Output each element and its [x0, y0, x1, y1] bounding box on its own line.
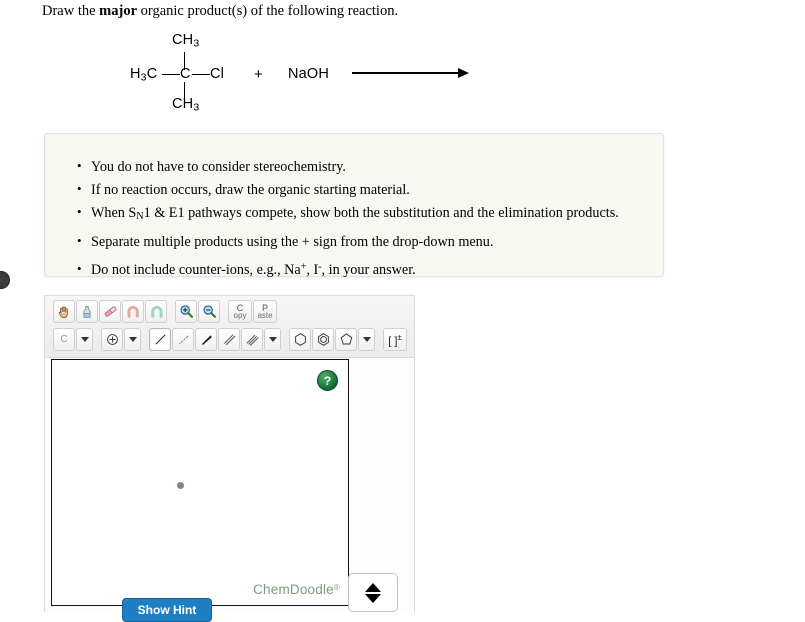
paste-icon: Paste	[257, 302, 273, 320]
zoom-out-tool-button[interactable]	[198, 300, 220, 323]
list-item: Separate multiple products using the + s…	[77, 231, 663, 253]
element-symbol-label: C	[60, 334, 68, 345]
drawing-canvas[interactable]: ? ChemDoodle®	[51, 359, 349, 606]
list-item: You do not have to consider stereochemis…	[77, 156, 663, 178]
toolbar-group-zoom	[175, 300, 221, 323]
hand-tool-button[interactable]	[53, 300, 75, 323]
toolbar-row-1: Copy Paste	[53, 300, 285, 323]
bracket-charge-icon: [ ]±	[388, 332, 402, 348]
reaction-arrow-head	[458, 67, 469, 78]
arrow-up-icon[interactable]	[365, 582, 381, 592]
reaction-arrow-line	[352, 72, 462, 74]
plus-sign: +	[254, 66, 263, 83]
instruction-list: You do not have to consider stereochemis…	[45, 134, 663, 281]
single-bond-tool-button[interactable]	[149, 328, 171, 351]
benzene-tool-button[interactable]	[312, 328, 334, 351]
bottom-methyl-label: CH3	[172, 96, 200, 114]
triple-bond-icon	[245, 332, 260, 347]
canvas-cursor-dot	[177, 482, 184, 489]
charge-dropdown-button[interactable]	[124, 328, 141, 351]
eraser-tool-button[interactable]	[99, 300, 121, 323]
hash-bond-tool-button[interactable]	[172, 328, 194, 351]
copy-tool-button[interactable]: Copy	[228, 300, 252, 323]
undo-arrow-icon	[126, 304, 141, 319]
prompt-bold-word: major	[99, 3, 138, 19]
redo-arrow-icon	[149, 304, 164, 319]
chevron-down-icon	[268, 337, 277, 342]
paste-tool-button[interactable]: Paste	[253, 300, 277, 323]
top-methyl-label: CH3	[172, 32, 200, 50]
eraser-icon	[103, 304, 118, 319]
clear-tool-button[interactable]	[76, 300, 98, 323]
clear-bottle-icon	[80, 305, 94, 319]
bracket-charge-tool-button[interactable]: [ ]±	[383, 328, 407, 351]
triple-bond-tool-button[interactable]	[241, 328, 263, 351]
charge-tool-button[interactable]	[101, 328, 123, 351]
benzene-icon	[316, 332, 331, 347]
reagent-label: NaOH	[288, 66, 330, 82]
arrow-down-icon[interactable]	[365, 593, 381, 603]
undo-tool-button[interactable]	[122, 300, 144, 323]
hashed-bond-icon	[176, 332, 191, 347]
toolbar-group-bonds	[149, 328, 282, 351]
double-bond-icon	[222, 332, 237, 347]
single-bond-icon	[153, 332, 168, 347]
toolbar-row-2: C []±	[53, 328, 415, 351]
ring-dropdown-button[interactable]	[358, 328, 375, 351]
list-item: If no reaction occurs, draw the organic …	[77, 179, 663, 201]
toolbar-group-element: C	[53, 328, 94, 351]
toolbar-group-bracket: [ ]±	[383, 328, 408, 351]
prompt-rest: organic product(s) of the following reac…	[137, 3, 399, 19]
toolbar-group-charge	[101, 328, 142, 351]
prompt-lead: Draw the	[42, 3, 100, 19]
show-hint-button[interactable]: Show Hint	[122, 598, 212, 622]
bond-dropdown-button[interactable]	[264, 328, 281, 351]
charge-plus-circle-icon	[106, 333, 119, 346]
toolbar-group-edit	[53, 300, 168, 323]
chemdoodle-sketcher: Copy Paste C []± ? ChemDoodle®	[44, 295, 415, 612]
chevron-down-icon	[362, 337, 371, 342]
element-carbon-tool-button[interactable]: C	[53, 328, 75, 351]
cyclopentane-icon	[339, 332, 354, 347]
cyclopentane-tool-button[interactable]	[335, 328, 357, 351]
toolbar-group-rings	[289, 328, 376, 351]
redo-tool-button[interactable]	[145, 300, 167, 323]
cyclohexane-icon	[293, 332, 308, 347]
chevron-down-icon	[128, 337, 137, 342]
zoom-in-tool-button[interactable]	[175, 300, 197, 323]
zoom-in-icon	[179, 304, 194, 319]
reaction-scheme: CH3 H3C C Cl CH3 + NaOH	[120, 28, 540, 120]
bond-right-horizontal	[192, 74, 210, 76]
list-item: Do not include counter-ions, e.g., Na+, …	[77, 259, 663, 281]
sketcher-toolbar: Copy Paste C []±	[45, 296, 414, 358]
value-stepper[interactable]	[348, 573, 398, 612]
page-title: Draw the major organic product(s) of the…	[42, 3, 398, 20]
wedge-bond-icon	[199, 332, 214, 347]
cyclohexane-tool-button[interactable]	[289, 328, 311, 351]
stepper-arrows	[365, 582, 381, 603]
hand-icon	[57, 305, 71, 319]
bond-left-horizontal	[162, 74, 180, 76]
element-dropdown-button[interactable]	[76, 328, 93, 351]
chemdoodle-watermark: ChemDoodle®	[253, 582, 340, 597]
help-icon[interactable]: ?	[317, 370, 338, 391]
toolbar-group-clipboard: Copy Paste	[228, 300, 278, 323]
instructions-panel: You do not have to consider stereochemis…	[44, 133, 664, 279]
chlorine-label: Cl	[210, 66, 225, 82]
zoom-out-icon	[202, 304, 217, 319]
chevron-down-icon	[80, 337, 89, 342]
double-bond-tool-button[interactable]	[218, 328, 240, 351]
wedge-bond-tool-button[interactable]	[195, 328, 217, 351]
sidebar-handle-icon[interactable]	[0, 271, 10, 289]
central-carbon-label: C	[180, 66, 191, 82]
left-methyl-label: H3C	[130, 66, 158, 84]
copy-icon: Copy	[233, 302, 247, 320]
list-item: When SN1 & E1 pathways compete, show bot…	[77, 202, 663, 225]
